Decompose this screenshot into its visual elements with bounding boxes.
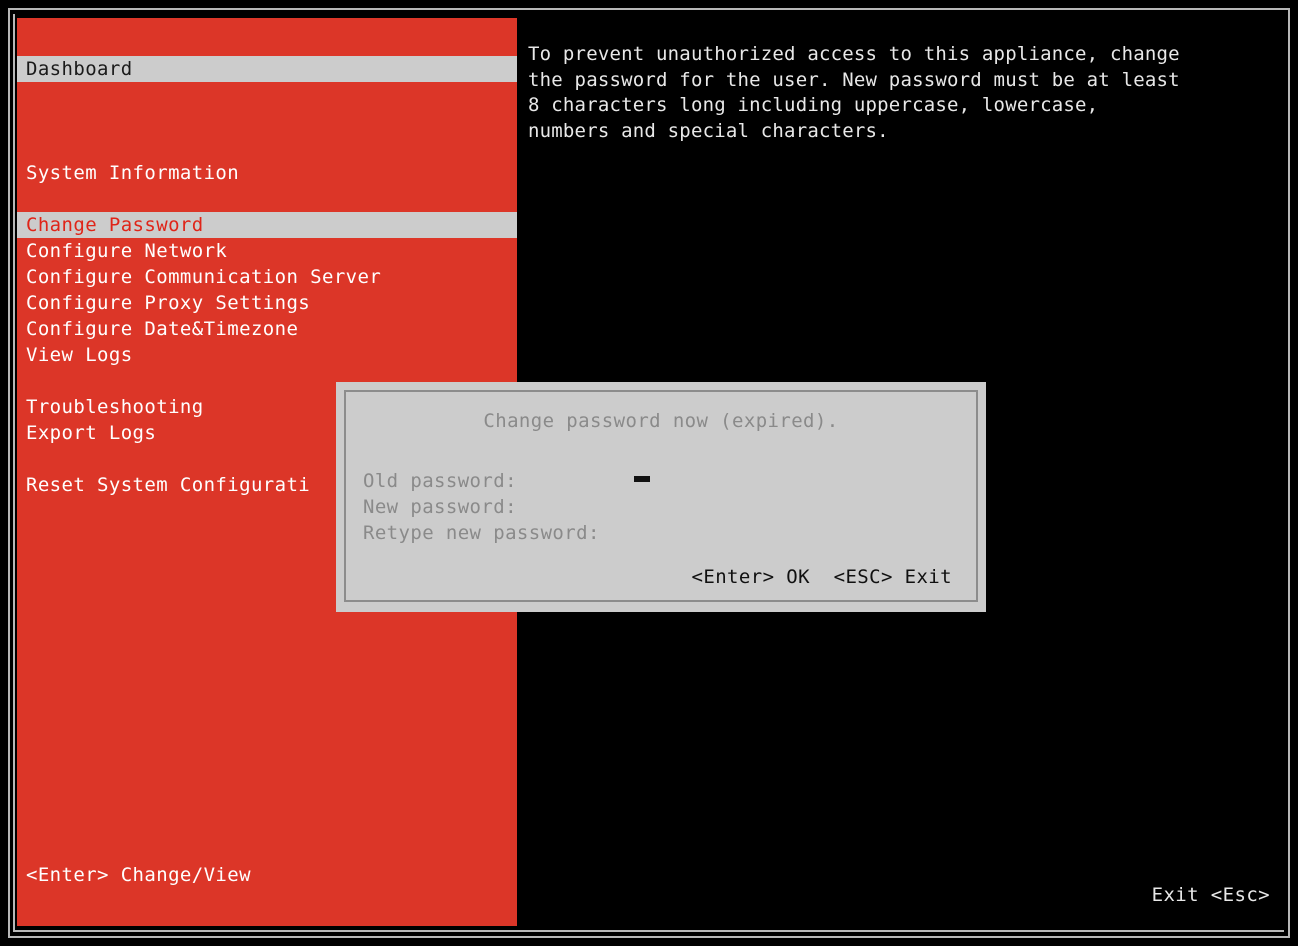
dialog-field-old-password[interactable]: Old password: [363,468,517,494]
menu-item-label: Troubleshooting [26,396,204,418]
dialog-field-label: Retype new password: [363,522,600,544]
frame-top-border [8,8,1290,10]
help-text-line: numbers and special characters. [528,119,889,142]
dialog-action-hints[interactable]: <Enter> OK <ESC> Exit [692,564,952,590]
frame-right-border [1288,8,1290,938]
menu-item-configure-communication-server[interactable]: Configure Communication Server [17,264,517,290]
menu-item-label: Configure Network [26,240,228,262]
menu-item-label: Dashboard [26,58,133,80]
help-text-line: 8 characters long including uppercase, l… [528,94,1099,116]
help-text-line: To prevent unauthorized access to this a… [528,43,1180,65]
frame-left-inner-border [13,14,15,932]
text-cursor [634,476,650,482]
menu-item-change-password[interactable]: Change Password [17,212,517,238]
menu-item-label: Configure Date&Timezone [26,318,299,340]
dialog-title: Change password now (expired). [483,410,839,432]
dialog-field-label: Old password: [363,470,517,492]
dialog-field-retype-new-password[interactable]: Retype new password: [363,520,600,546]
help-text-line: the password for the user. New password … [528,68,1180,91]
menu-item-dashboard[interactable]: Dashboard [17,56,517,82]
terminal-screen: Dashboard System Information Change Passwo… [0,0,1298,946]
menu-footer-hint: <Enter> Change/View [26,864,251,886]
menu-item-label: System Information [26,162,240,184]
frame-left-border [8,8,10,938]
menu-item-label: Export Logs [26,422,157,444]
menu-item-label: Configure Proxy Settings [26,292,311,314]
frame-bottom-border [8,936,1290,938]
help-text-panel: To prevent unauthorized access to this a… [528,42,1280,144]
menu-item-configure-proxy-settings[interactable]: Configure Proxy Settings [17,290,517,316]
exit-hint: Exit <Esc> [1151,884,1270,906]
menu-item-configure-network[interactable]: Configure Network [17,238,517,264]
dialog-field-label: New password: [363,496,517,518]
menu-item-label: Configure Communication Server [26,266,382,288]
menu-item-label: View Logs [26,344,133,366]
menu-item-system-information[interactable]: System Information [17,160,517,186]
dialog-field-new-password[interactable]: New password: [363,494,517,520]
menu-item-view-logs[interactable]: View Logs [17,342,517,368]
menu-item-label: Reset System Configurati [26,474,311,496]
menu-item-configure-date-timezone[interactable]: Configure Date&Timezone [17,316,517,342]
frame-bottom-inner-border [14,930,1284,932]
change-password-dialog[interactable]: Change password now (expired). Old passw… [336,382,986,612]
menu-item-label: Change Password [26,214,204,236]
